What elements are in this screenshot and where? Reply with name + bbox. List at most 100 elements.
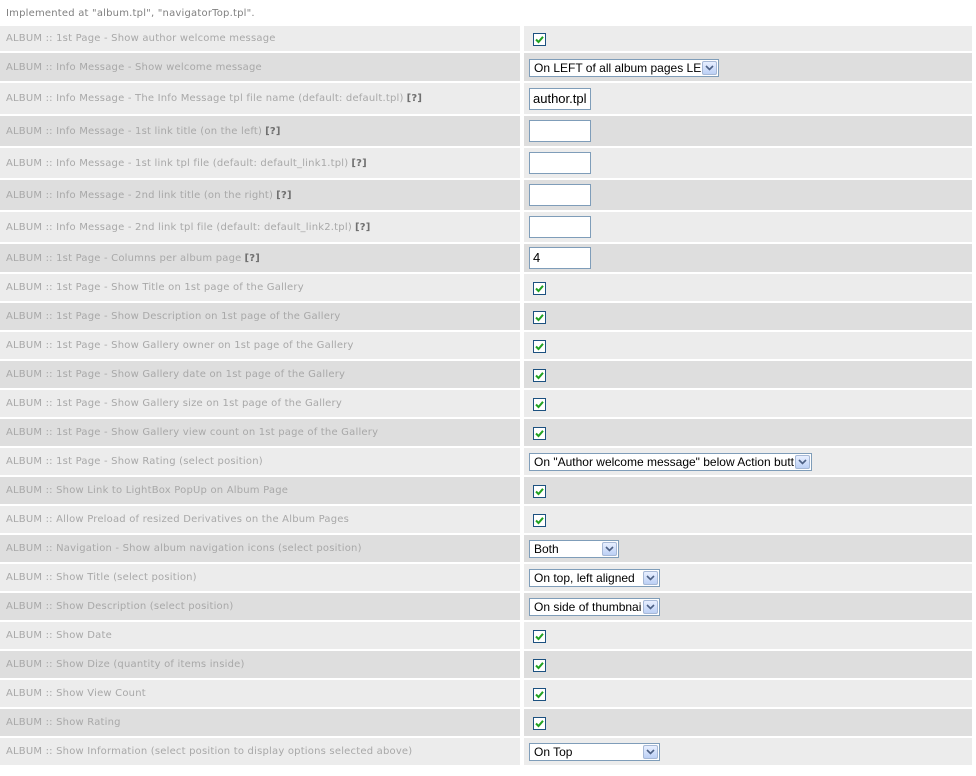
setting-label: ALBUM :: Show Link to LightBox PopUp on … <box>6 485 289 496</box>
setting-checkbox[interactable] <box>533 369 546 382</box>
help-link[interactable]: [?] <box>265 126 281 137</box>
setting-checkbox[interactable] <box>533 717 546 730</box>
settings-row: ALBUM :: 1st Page - Show author welcome … <box>0 26 972 53</box>
setting-label-cell: ALBUM :: Show Dize (quantity of items in… <box>0 651 524 680</box>
setting-label-cell: ALBUM :: 1st Page - Show Gallery size on… <box>0 390 524 419</box>
setting-text-input[interactable] <box>529 120 591 142</box>
settings-row: ALBUM :: Show Title (select position) On … <box>0 564 972 593</box>
dropdown-arrow-button[interactable] <box>702 60 717 75</box>
setting-label-cell: ALBUM :: Show View Count <box>0 680 524 709</box>
dropdown-arrow-button[interactable] <box>602 542 617 557</box>
chevron-down-icon <box>605 546 614 552</box>
setting-label-cell: ALBUM :: 1st Page - Show Title on 1st pa… <box>0 274 524 303</box>
setting-select[interactable]: On Top <box>529 743 660 762</box>
setting-label: ALBUM :: Info Message - 1st link title (… <box>6 125 263 137</box>
setting-control-cell <box>524 274 972 303</box>
setting-label-cell: ALBUM :: 1st Page - Show Gallery view co… <box>0 419 524 448</box>
settings-row: ALBUM :: Info Message - 2nd link title (… <box>0 180 972 212</box>
setting-checkbox[interactable] <box>533 514 546 527</box>
setting-text-input[interactable]: author.tpl <box>529 87 591 110</box>
checkmark-icon <box>535 343 544 351</box>
help-link[interactable]: [?] <box>355 222 371 233</box>
setting-checkbox[interactable] <box>533 282 546 295</box>
chevron-down-icon <box>798 459 807 465</box>
select-value: Both <box>534 542 559 557</box>
setting-label: ALBUM :: 1st Page - Show Gallery owner o… <box>6 340 354 351</box>
checkmark-icon <box>535 372 544 380</box>
setting-control-cell <box>524 180 972 212</box>
checkmark-icon <box>535 430 544 438</box>
setting-checkbox[interactable] <box>533 630 546 643</box>
setting-text-input[interactable] <box>529 184 591 206</box>
setting-select[interactable]: On "Author welcome message" below Action… <box>529 453 812 472</box>
setting-label-cell: ALBUM :: Show Information (select positi… <box>0 738 524 767</box>
settings-row: ALBUM :: Info Message - The Info Message… <box>0 83 972 116</box>
settings-row: ALBUM :: Show Information (select positi… <box>0 738 972 767</box>
setting-text-input[interactable] <box>529 152 591 174</box>
setting-select[interactable]: On side of thumbnails <box>529 598 660 617</box>
setting-label-cell: ALBUM :: 1st Page - Show Rating (select … <box>0 448 524 477</box>
setting-label: ALBUM :: Allow Preload of resized Deriva… <box>6 514 350 525</box>
setting-label: ALBUM :: Info Message - 2nd link title (… <box>6 189 274 201</box>
settings-row: ALBUM :: Show Date <box>0 622 972 651</box>
setting-select[interactable]: Both <box>529 540 619 559</box>
setting-checkbox[interactable] <box>533 659 546 672</box>
settings-row: ALBUM :: 1st Page - Show Rating (select … <box>0 448 972 477</box>
setting-control-cell: On side of thumbnails <box>524 593 972 622</box>
setting-text-input[interactable] <box>529 216 591 238</box>
setting-checkbox[interactable] <box>533 485 546 498</box>
checkmark-icon <box>535 314 544 322</box>
settings-row: ALBUM :: 1st Page - Show Gallery date on… <box>0 361 972 390</box>
settings-row: ALBUM :: Info Message - 2nd link tpl fil… <box>0 212 972 244</box>
dropdown-arrow-button[interactable] <box>643 745 658 760</box>
setting-select[interactable]: On LEFT of all album pages LEFT <box>529 58 719 77</box>
setting-text-input[interactable]: 4 <box>529 247 591 269</box>
settings-row: ALBUM :: Info Message - Show welcome mes… <box>0 53 972 83</box>
dropdown-arrow-button[interactable] <box>643 571 658 586</box>
help-link[interactable]: [?] <box>276 190 292 201</box>
setting-checkbox[interactable] <box>533 688 546 701</box>
setting-label: ALBUM :: Show View Count <box>6 688 146 699</box>
settings-row: ALBUM :: 1st Page - Columns per album pa… <box>0 244 972 274</box>
checkmark-icon <box>535 633 544 641</box>
settings-row: ALBUM :: 1st Page - Show Gallery owner o… <box>0 332 972 361</box>
setting-label-cell: ALBUM :: Show Rating <box>0 709 524 738</box>
setting-label-cell: ALBUM :: Info Message - 2nd link tpl fil… <box>0 212 524 244</box>
setting-label-cell: ALBUM :: Navigation - Show album navigat… <box>0 535 524 564</box>
setting-checkbox[interactable] <box>533 427 546 440</box>
setting-select[interactable]: On top, left aligned <box>529 569 660 588</box>
setting-label: ALBUM :: 1st Page - Columns per album pa… <box>6 252 242 264</box>
setting-label: ALBUM :: 1st Page - Show Gallery size on… <box>6 398 342 409</box>
dropdown-arrow-button[interactable] <box>643 600 658 615</box>
checkmark-icon <box>535 720 544 728</box>
setting-label-cell: ALBUM :: 1st Page - Show Gallery owner o… <box>0 332 524 361</box>
setting-control-cell: On "Author welcome message" below Action… <box>524 448 972 477</box>
setting-control-cell <box>524 116 972 148</box>
help-link[interactable]: [?] <box>407 93 423 104</box>
setting-control-cell <box>524 303 972 332</box>
help-link[interactable]: [?] <box>245 253 261 264</box>
settings-row: ALBUM :: Show View Count <box>0 680 972 709</box>
select-value: On LEFT of all album pages LEFT <box>534 60 701 75</box>
setting-control-cell <box>524 148 972 180</box>
setting-checkbox[interactable] <box>533 33 546 46</box>
setting-label-cell: ALBUM :: 1st Page - Show Gallery date on… <box>0 361 524 390</box>
setting-control-cell <box>524 680 972 709</box>
settings-row: ALBUM :: Allow Preload of resized Deriva… <box>0 506 972 535</box>
checkmark-icon <box>535 488 544 496</box>
setting-control-cell: On Top <box>524 738 972 767</box>
settings-row: ALBUM :: 1st Page - Show Description on … <box>0 303 972 332</box>
setting-checkbox[interactable] <box>533 311 546 324</box>
setting-label: ALBUM :: 1st Page - Show Title on 1st pa… <box>6 282 304 293</box>
setting-label-cell: ALBUM :: 1st Page - Show author welcome … <box>0 26 524 53</box>
setting-label-cell: ALBUM :: Info Message - The Info Message… <box>0 83 524 116</box>
settings-row: ALBUM :: Info Message - 1st link title (… <box>0 116 972 148</box>
dropdown-arrow-button[interactable] <box>795 455 810 470</box>
select-value: On Top <box>534 745 573 760</box>
setting-label: ALBUM :: 1st Page - Show Gallery view co… <box>6 427 379 438</box>
help-link[interactable]: [?] <box>351 158 367 169</box>
setting-checkbox[interactable] <box>533 398 546 411</box>
setting-checkbox[interactable] <box>533 340 546 353</box>
setting-control-cell <box>524 26 972 53</box>
checkmark-icon <box>535 691 544 699</box>
